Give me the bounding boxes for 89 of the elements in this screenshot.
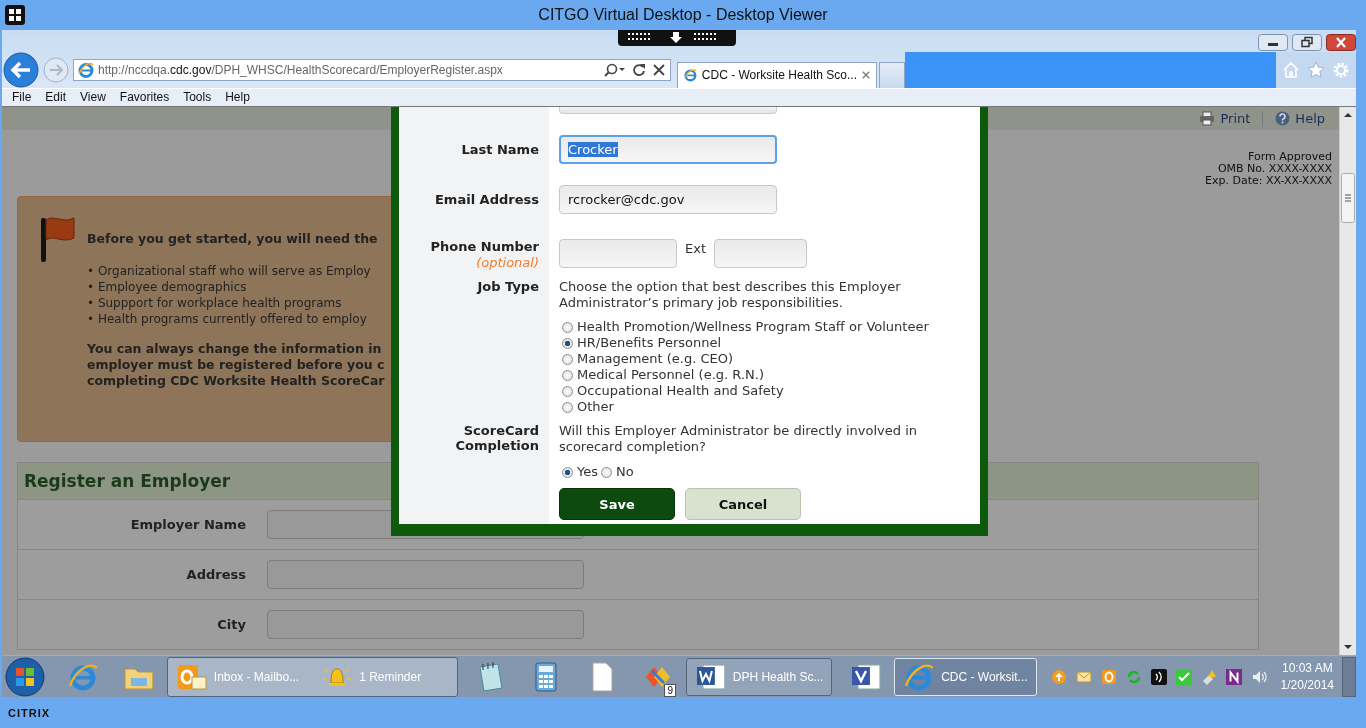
input-field[interactable] xyxy=(267,610,584,639)
field-label: ScoreCard Completion xyxy=(455,423,539,453)
checkmark-icon[interactable] xyxy=(1175,668,1192,685)
field-label: City xyxy=(216,617,246,632)
menu-item[interactable]: Edit xyxy=(45,90,67,105)
field-description: Choose the option that best describes this Employer Administrator’s primary job responsibilities. xyxy=(559,279,902,311)
minimize-button[interactable] xyxy=(1258,34,1288,51)
upload-icon[interactable] xyxy=(1050,668,1067,685)
option-label: Health Promotion/Wellness Program Staff or Volunteer xyxy=(577,319,929,335)
printer-icon xyxy=(1199,111,1216,126)
field-label: Employer Name xyxy=(129,517,246,532)
scrollbar[interactable] xyxy=(1339,107,1356,655)
menu-item[interactable]: Help xyxy=(225,90,250,105)
radio-button[interactable] xyxy=(562,353,573,365)
menu-item[interactable]: File xyxy=(12,90,32,105)
help-link[interactable]: Help xyxy=(1275,111,1325,126)
window-title: CITGO Virtual Desktop - Desktop Viewer xyxy=(538,6,828,24)
close-button[interactable] xyxy=(1326,34,1356,51)
close-icon[interactable] xyxy=(862,70,870,80)
form-notice-text: OMB No. XXXX-XXXX xyxy=(1216,163,1332,175)
start-button[interactable] xyxy=(5,656,45,697)
mail-app-icon[interactable] xyxy=(1100,668,1117,685)
radio-button[interactable] xyxy=(562,466,573,478)
radio-button[interactable] xyxy=(562,337,573,349)
notice-text: You can always change the information in xyxy=(87,341,383,357)
toolbar-handle[interactable] xyxy=(618,30,736,46)
radio-button[interactable] xyxy=(601,466,612,478)
menu-item[interactable]: Tools xyxy=(183,90,212,105)
radio-button[interactable] xyxy=(562,401,573,413)
notebook-icon[interactable] xyxy=(1225,668,1242,685)
star-icon[interactable] xyxy=(1307,60,1325,79)
refresh-icon[interactable] xyxy=(632,62,646,77)
optional-hint: (optional) xyxy=(475,255,539,271)
stop-icon[interactable] xyxy=(652,62,666,77)
save-button[interactable]: Save xyxy=(559,488,675,520)
radio-button[interactable] xyxy=(562,321,573,333)
input-field[interactable] xyxy=(559,107,777,114)
field-label: Ext xyxy=(685,240,706,256)
back-button[interactable] xyxy=(3,51,39,88)
form-notice-text: Exp. Date: XX-XX-XXXX xyxy=(1204,175,1332,187)
cancel-button[interactable]: Cancel xyxy=(685,488,801,520)
address-field[interactable]: http://nccdqa.cdc.gov/DPH_WHSC/HealthScorecard/EmployerRegister.aspx xyxy=(73,58,671,81)
notice-heading: Before you get started, you will need the xyxy=(87,231,379,247)
option-label: Medical Personnel (e.g. R.N.) xyxy=(577,367,764,383)
restore-button[interactable] xyxy=(1292,34,1322,51)
option-label: HR/Benefits Personnel xyxy=(577,335,722,351)
signal-icon[interactable] xyxy=(1150,668,1167,685)
help-icon xyxy=(1275,111,1291,126)
scroll-thumb[interactable] xyxy=(1341,173,1355,223)
option-label: Management (e.g. CEO) xyxy=(577,351,734,367)
bullet-item: • Health programs currently offered to employ xyxy=(87,311,368,327)
ie-logo-icon xyxy=(684,67,697,83)
input-field[interactable]: rcrocker@cdc.gov xyxy=(559,185,777,214)
taskbar-button[interactable]: CDC - Worksit... xyxy=(894,657,1037,696)
input-field[interactable] xyxy=(559,239,677,268)
option-label: No xyxy=(616,464,634,480)
forward-button[interactable] xyxy=(43,56,69,83)
radio-button[interactable] xyxy=(562,385,573,397)
field-label: Phone Number xyxy=(429,239,539,255)
count-badge: 9 xyxy=(664,683,676,697)
notice-text: completing CDC Worksite Health ScoreCar xyxy=(87,373,385,389)
field-label: Email Address xyxy=(435,192,539,207)
input-field[interactable] xyxy=(714,239,807,268)
menu-item[interactable]: View xyxy=(80,90,106,105)
print-link[interactable]: Print xyxy=(1199,111,1251,126)
option-label: Yes xyxy=(577,464,598,480)
field-label: Last Name xyxy=(461,142,539,157)
brand-logo: CITRIX xyxy=(8,706,51,719)
new-tab-button[interactable] xyxy=(879,61,905,88)
input-field[interactable]: Crocker xyxy=(559,135,777,164)
mail-icon[interactable] xyxy=(1075,668,1092,685)
bullet-item: • Suppport for workplace health programs xyxy=(87,295,343,311)
ie-logo-icon xyxy=(78,61,94,78)
option-label: Other xyxy=(577,399,614,415)
radio-button[interactable] xyxy=(562,369,573,381)
form-notice-text: Form Approved xyxy=(1247,151,1332,163)
option-label: Occupational Health and Safety xyxy=(577,383,784,399)
bullet-item: • Organizational staff who will serve as Employ xyxy=(87,263,372,279)
tab-label: CDC - Worksite Health Sco... xyxy=(701,68,857,82)
field-label: Job Type xyxy=(477,279,539,294)
bullet-item: • Employee demographics xyxy=(87,279,248,295)
field-description: Will this Employer Administrator be directly involved in scorecard completion? xyxy=(559,423,919,455)
windows-logo-icon[interactable] xyxy=(5,5,25,25)
browser-tab[interactable]: CDC - Worksite Health Sco... xyxy=(677,61,877,88)
field-label: Address xyxy=(185,567,246,582)
notice-text: employer must be registered before you c xyxy=(87,357,385,373)
input-field[interactable] xyxy=(267,560,584,589)
menu-item[interactable]: Favorites xyxy=(119,90,170,105)
search-icon[interactable] xyxy=(604,62,626,77)
